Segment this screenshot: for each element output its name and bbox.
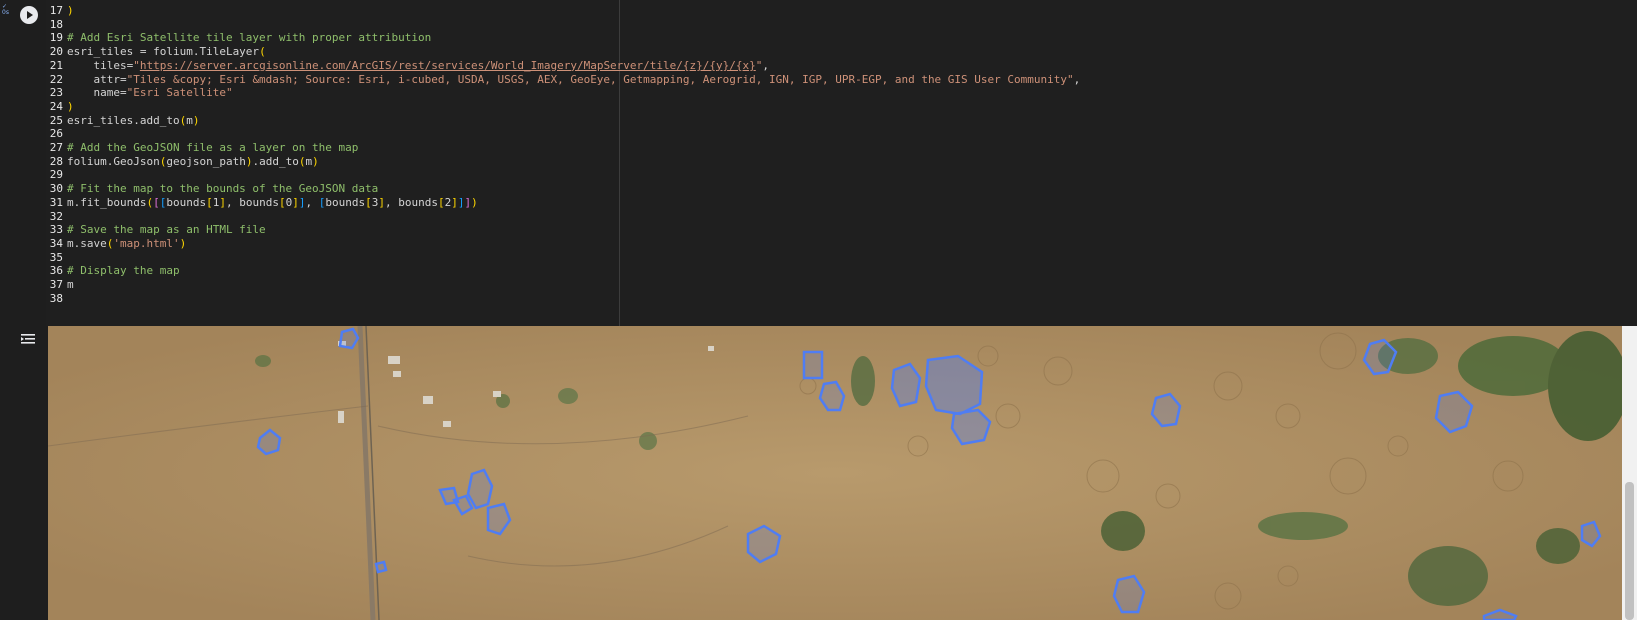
line-number: 34 — [49, 236, 63, 250]
code-line[interactable]: 22 attr="Tiles &copy; Esri &mdash; Sourc… — [46, 72, 1081, 87]
line-number: 24 — [49, 99, 63, 113]
line-number: 18 — [49, 17, 63, 31]
line-number: 26 — [49, 127, 63, 141]
line-number: 30 — [49, 182, 63, 196]
line-number: 28 — [49, 154, 63, 168]
line-number: 36 — [49, 264, 63, 278]
output-toggle-icon[interactable] — [20, 332, 36, 346]
line-length-ruler — [619, 0, 620, 326]
output-scrollbar[interactable] — [1622, 326, 1637, 620]
line-number: 25 — [49, 113, 63, 127]
code-text: m.fit_bounds([[bounds[1], bounds[0]], [b… — [67, 195, 478, 209]
code-line[interactable]: 17) — [46, 4, 74, 18]
code-text: attr="Tiles &copy; Esri &mdash; Source: … — [67, 72, 1081, 86]
code-text: # Add Esri Satellite tile layer with pro… — [67, 31, 432, 45]
line-number: 37 — [49, 278, 63, 291]
code-line[interactable]: 19 # Add Esri Satellite tile layer with p… — [46, 31, 432, 45]
code-text: # Save the map as an HTML file — [67, 223, 266, 237]
scrollbar-thumb[interactable] — [1625, 482, 1634, 620]
line-number: 35 — [49, 250, 63, 264]
code-line[interactable]: 35 — [46, 251, 67, 265]
code-text: m — [67, 278, 74, 291]
execution-status: ✓ 0s — [2, 4, 9, 16]
code-line[interactable]: 30 # Fit the map to the bounds of the Geo… — [46, 182, 379, 196]
code-line[interactable]: 31 m.fit_bounds([[bounds[1], bounds[0]], … — [46, 196, 478, 210]
code-line[interactable]: 37 m — [46, 278, 74, 292]
cell-gutter: ✓ 0s — [0, 0, 14, 620]
line-number: 29 — [49, 168, 63, 182]
line-number: 38 — [49, 291, 63, 305]
code-text: m.save('map.html') — [67, 236, 187, 250]
line-number: 19 — [49, 31, 63, 45]
line-number: 33 — [49, 223, 63, 237]
code-text: esri_tiles.add_to(m) — [67, 113, 200, 127]
line-number: 23 — [49, 86, 63, 100]
code-line[interactable]: 29 — [46, 168, 67, 182]
code-line[interactable]: 26 — [46, 127, 67, 141]
code-text: esri_tiles = folium.TileLayer( — [67, 45, 266, 59]
line-number: 32 — [49, 209, 63, 223]
code-line[interactable]: 33 # Save the map as an HTML file — [46, 223, 266, 237]
code-line[interactable]: 27 # Add the GeoJSON file as a layer on t… — [46, 141, 359, 155]
satellite-imagery — [48, 326, 1622, 620]
execution-time: 0s — [2, 9, 9, 16]
code-text: folium.GeoJson(geojson_path).add_to(m) — [67, 154, 319, 168]
code-text: # Add the GeoJSON file as a layer on the… — [67, 141, 359, 154]
code-line[interactable]: 21 tiles="https://server.arcgisonline.co… — [46, 59, 769, 73]
code-line[interactable]: 20 esri_tiles = folium.TileLayer( — [46, 45, 266, 59]
code-line[interactable]: 38 — [46, 292, 67, 306]
code-line[interactable]: 18 — [46, 18, 67, 32]
code-line[interactable]: 32 — [46, 210, 67, 224]
line-number: 20 — [49, 45, 63, 59]
code-line[interactable]: 36 # Display the map — [46, 264, 180, 278]
code-text: ) — [67, 4, 74, 17]
code-line[interactable]: 34 m.save('map.html') — [46, 237, 186, 251]
code-text: name="Esri Satellite" — [67, 86, 233, 100]
code-line[interactable]: 25 esri_tiles.add_to(m) — [46, 113, 200, 128]
code-text: # Fit the map to the bounds of the GeoJS… — [67, 182, 379, 196]
line-number: 31 — [49, 195, 63, 209]
code-line[interactable]: 24) — [46, 100, 74, 114]
code-line[interactable]: 28 folium.GeoJson(geojson_path).add_to(m) — [46, 155, 319, 169]
line-number: 21 — [49, 58, 63, 72]
code-text: # Display the map — [67, 264, 180, 278]
code-text: tiles="https://server.arcgisonline.com/A… — [67, 58, 770, 72]
line-number: 22 — [49, 72, 63, 86]
folium-map-output[interactable] — [48, 326, 1622, 620]
code-text: ) — [67, 99, 74, 113]
run-cell-button[interactable] — [20, 6, 38, 24]
code-editor[interactable]: 17) 18 19 # Add Esri Satellite tile layer w… — [46, 0, 1637, 326]
line-number: 27 — [49, 141, 63, 154]
line-number: 17 — [49, 4, 63, 17]
code-line[interactable]: 23 name="Esri Satellite" — [46, 86, 233, 100]
